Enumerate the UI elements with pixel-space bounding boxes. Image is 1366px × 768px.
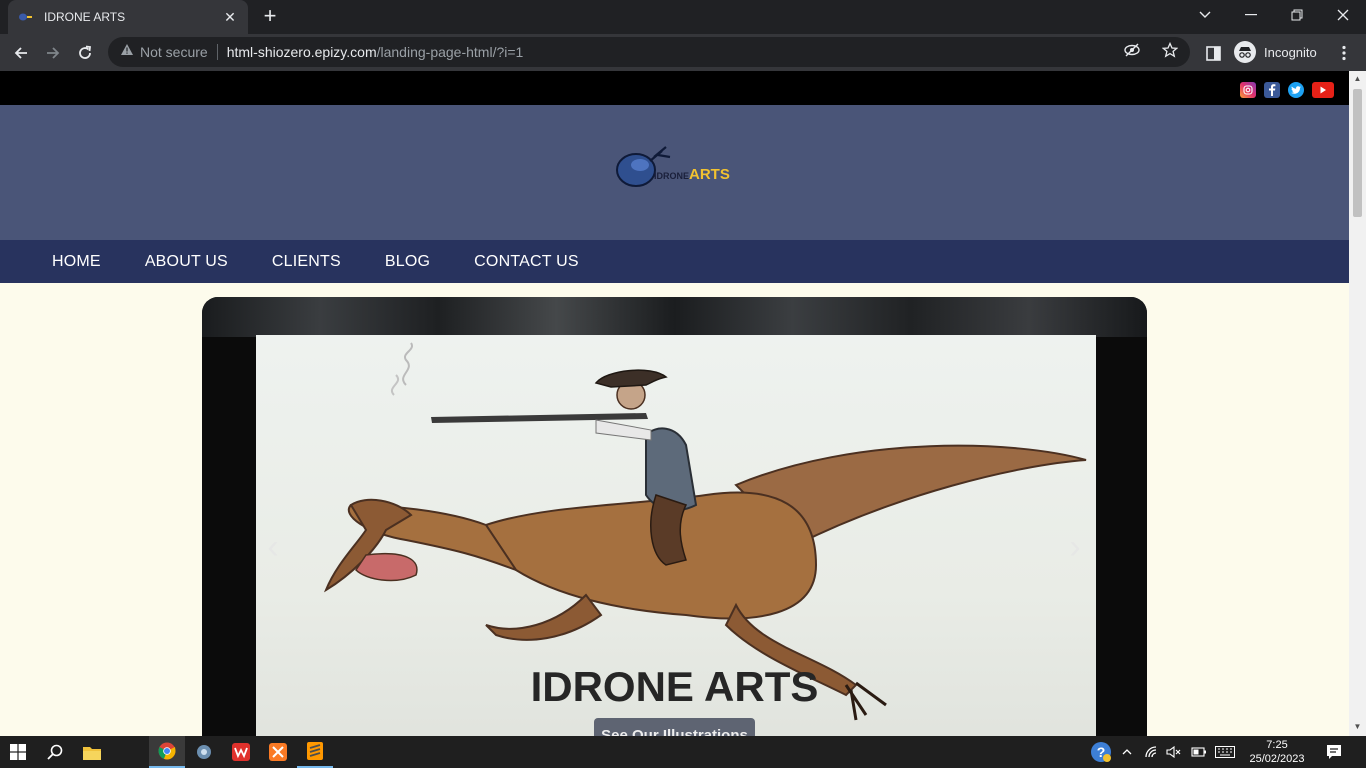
browser-menu-icon[interactable] xyxy=(1331,40,1357,66)
notification-center-icon[interactable] xyxy=(1320,736,1348,768)
battery-icon[interactable] xyxy=(1188,736,1210,768)
clock-date: 25/02/2023 xyxy=(1249,753,1305,765)
tab-title: IDRONE ARTS xyxy=(44,10,126,24)
tab-search-icon[interactable] xyxy=(1182,0,1228,30)
app-icon[interactable] xyxy=(186,736,222,768)
bookmark-star-icon[interactable] xyxy=(1161,41,1179,63)
clock-time: 7:25 xyxy=(1266,739,1288,751)
hero-carousel: ‹ › IDRONE ARTS See Our Illustrations xyxy=(202,297,1147,736)
minimize-window-icon[interactable] xyxy=(1228,0,1274,30)
wps-icon[interactable] xyxy=(223,736,259,768)
site-logo[interactable]: IDRONEARTS xyxy=(614,143,734,193)
nav-item-blog[interactable]: BLOG xyxy=(385,253,430,271)
nav-item-about-us[interactable]: ABOUT US xyxy=(145,253,228,271)
social-top-bar xyxy=(0,71,1349,105)
nav-item-home[interactable]: HOME xyxy=(52,253,101,271)
side-panel-icon[interactable] xyxy=(1200,40,1226,66)
tab-close-icon[interactable]: ✕ xyxy=(222,9,238,26)
twitter-icon[interactable] xyxy=(1288,82,1304,98)
logo-wordmark: IDRONEARTS xyxy=(654,166,730,183)
start-icon[interactable] xyxy=(0,736,36,768)
url-host: html-shiozero.epizy.com xyxy=(226,44,377,60)
instagram-icon[interactable] xyxy=(1240,82,1256,98)
nav-item-contact-us[interactable]: CONTACT US xyxy=(474,253,579,271)
carousel-backdrop xyxy=(202,297,1147,337)
logo-prefix: IDRONE xyxy=(654,171,690,181)
sublime-icon[interactable] xyxy=(297,736,333,768)
xampp-icon[interactable] xyxy=(260,736,296,768)
close-window-icon[interactable] xyxy=(1320,0,1366,30)
tracking-blocked-eye-icon[interactable] xyxy=(1124,43,1140,62)
incognito-label: Incognito xyxy=(1264,44,1317,60)
restore-window-icon[interactable] xyxy=(1274,0,1320,30)
browser-tab[interactable]: IDRONE ARTS ✕ xyxy=(8,0,248,34)
logo-suffix: ARTS xyxy=(689,166,730,183)
see-illustrations-button[interactable]: See Our Illustrations xyxy=(594,718,755,736)
back-arrow-icon[interactable] xyxy=(8,40,34,66)
url-path: /landing-page-html/?i=1 xyxy=(376,44,524,60)
incognito-icon xyxy=(1234,41,1256,63)
keyboard-icon[interactable] xyxy=(1212,736,1238,768)
volume-muted-icon[interactable] xyxy=(1164,736,1184,768)
network-icon[interactable] xyxy=(1142,736,1162,768)
scroll-up-arrow-icon[interactable]: ▲ xyxy=(1353,75,1362,83)
system-clock[interactable]: 7:25 25/02/2023 xyxy=(1238,738,1316,766)
youtube-icon[interactable] xyxy=(1312,82,1334,98)
show-hidden-icons-chevron-icon[interactable] xyxy=(1118,736,1136,768)
new-tab-button[interactable]: + xyxy=(258,5,282,29)
browser-tab-bar: IDRONE ARTS ✕ + xyxy=(0,0,1366,34)
search-icon[interactable] xyxy=(37,736,73,768)
security-status-text[interactable]: Not secure xyxy=(140,44,208,60)
hero-caption: IDRONE ARTS xyxy=(530,663,819,710)
main-navigation: HOME ABOUT US CLIENTS BLOG CONTACT US xyxy=(0,240,1349,283)
browser-toolbar: Not secure html-shiozero.epizy.com /land… xyxy=(0,34,1366,71)
reload-icon[interactable] xyxy=(72,40,98,66)
carousel-next-arrow-icon[interactable]: › xyxy=(1060,527,1090,567)
site-favicon-icon xyxy=(18,9,34,25)
carousel-prev-arrow-icon[interactable]: ‹ xyxy=(258,527,288,567)
scrollbar-thumb[interactable] xyxy=(1353,89,1362,217)
scroll-down-arrow-icon[interactable]: ▼ xyxy=(1353,723,1362,731)
file-explorer-icon[interactable] xyxy=(74,736,110,768)
incognito-profile[interactable]: Incognito xyxy=(1234,39,1317,65)
site-header: IDRONEARTS xyxy=(0,105,1349,240)
page-scrollbar[interactable]: ▲ ▼ xyxy=(1349,71,1366,736)
forward-arrow-icon[interactable] xyxy=(40,40,66,66)
chrome-icon[interactable] xyxy=(149,736,185,768)
address-bar[interactable]: Not secure html-shiozero.epizy.com /land… xyxy=(108,37,1190,67)
warning-icon[interactable] xyxy=(120,43,134,61)
facebook-icon[interactable] xyxy=(1264,82,1280,98)
address-divider xyxy=(216,44,218,60)
help-icon[interactable]: ? xyxy=(1088,736,1114,768)
windows-taskbar: ? 7:25 25/02/2023 xyxy=(0,736,1366,768)
page-viewport: IDRONEARTS HOME ABOUT US CLIENTS BLOG CO… xyxy=(0,71,1349,736)
nav-item-clients[interactable]: CLIENTS xyxy=(272,253,341,271)
